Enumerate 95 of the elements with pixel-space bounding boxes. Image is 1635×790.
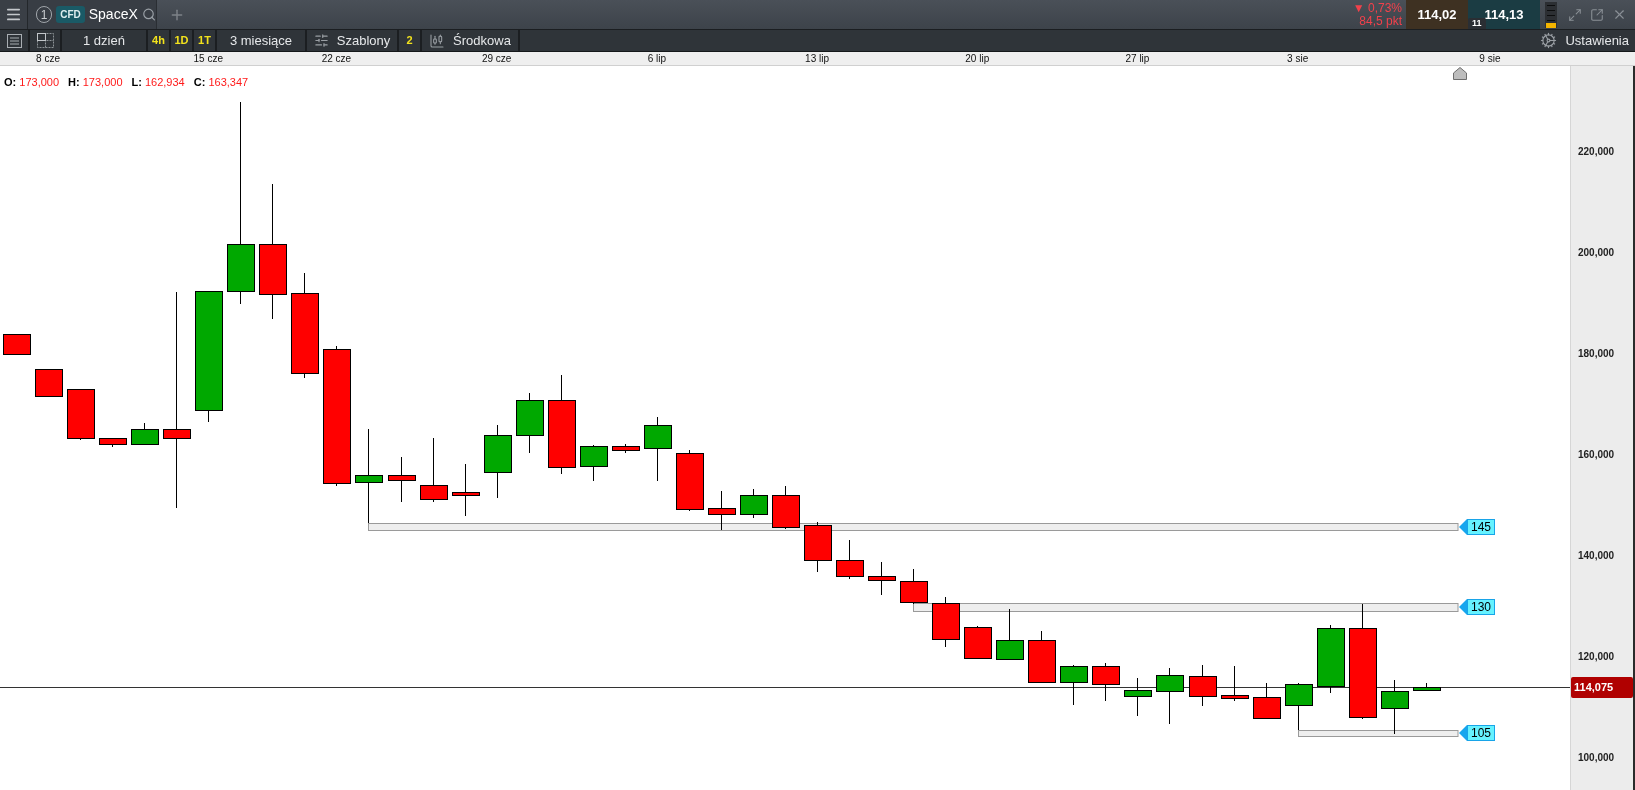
instrument-type-tag: CFD	[56, 6, 85, 23]
candle	[1317, 624, 1345, 694]
candle	[900, 568, 928, 605]
candle	[772, 485, 800, 530]
band-label: 145	[1467, 518, 1496, 535]
candle	[1221, 665, 1249, 702]
price-zone[interactable]	[368, 523, 1459, 531]
interval-button[interactable]: 1 dzień	[62, 30, 146, 51]
price-zone[interactable]	[913, 603, 1459, 612]
price-axis-label: 120,000	[1578, 650, 1615, 665]
candle	[740, 488, 768, 519]
band-label: 105	[1467, 724, 1496, 741]
candle	[996, 608, 1024, 661]
candle	[708, 490, 736, 531]
candle	[964, 625, 992, 659]
candle	[99, 437, 127, 448]
date-axis-label: 6 lip	[647, 52, 666, 65]
price-axis-label: 180,000	[1578, 346, 1615, 361]
ohlc-reading: C: 163,347	[193, 75, 249, 89]
candle	[1413, 682, 1441, 691]
layout-button[interactable]	[30, 30, 60, 51]
level-meter-icon[interactable]	[1545, 1, 1557, 28]
date-axis-label: 27 lip	[1125, 52, 1150, 65]
layout-grid-icon	[36, 33, 54, 48]
candle	[1285, 682, 1313, 731]
candlestick-icon	[429, 32, 446, 49]
price-zone[interactable]	[1298, 730, 1459, 737]
settings-button[interactable]: Ustawienia	[1540, 30, 1629, 51]
date-axis-label: 13 lip	[805, 52, 829, 65]
band-label: 130	[1467, 598, 1496, 615]
date-axis-label: 8 cze	[36, 52, 60, 65]
candle	[420, 437, 448, 503]
date-axis-label: 15 cze	[193, 52, 223, 65]
close-icon[interactable]	[1612, 7, 1627, 22]
quick-interval-button[interactable]: 1D	[171, 30, 192, 51]
candle	[388, 456, 416, 503]
candle	[1060, 664, 1088, 706]
candle	[580, 444, 608, 482]
ohlc-reading: O: 173,000	[4, 75, 60, 89]
instrument-name: SpaceX	[88, 5, 138, 24]
candle	[3, 333, 31, 355]
date-axis-label: 20 lip	[965, 52, 990, 65]
sell-price-button[interactable]: 114,02	[1406, 0, 1468, 29]
menu-button[interactable]	[0, 0, 28, 29]
candle	[932, 596, 960, 648]
candle	[1124, 677, 1152, 717]
candle	[1189, 664, 1217, 707]
candle	[1381, 679, 1409, 735]
date-axis-label: 22 cze	[321, 52, 352, 65]
chart-style-label: Środkowa	[453, 31, 511, 50]
candle	[131, 422, 159, 446]
pop-out-icon[interactable]	[1590, 7, 1604, 22]
range-button[interactable]: 3 miesiące	[217, 30, 305, 51]
change-points: 84,5 pkt	[1359, 14, 1402, 28]
quick-interval-button[interactable]: 1T	[194, 30, 215, 51]
candle	[1253, 682, 1281, 720]
quick-interval-button[interactable]: 4h	[148, 30, 169, 51]
search-icon[interactable]	[141, 7, 156, 22]
menu-icon	[5, 6, 22, 23]
price-axis-label: 160,000	[1578, 448, 1615, 463]
candle	[676, 449, 704, 512]
settings-label: Ustawienia	[1565, 31, 1629, 50]
candle	[1156, 667, 1184, 725]
date-axis-label: 3 sie	[1287, 52, 1309, 65]
candle	[644, 416, 672, 482]
candle	[836, 539, 864, 580]
list-icon	[6, 33, 22, 48]
price-axis-label: 220,000	[1578, 144, 1615, 159]
candle	[67, 388, 95, 441]
chart-tab[interactable]: 1 CFD SpaceX	[28, 0, 157, 29]
candle	[516, 392, 544, 454]
price-axis-label: 140,000	[1578, 549, 1615, 564]
price-axis-label: 200,000	[1578, 245, 1615, 260]
candle	[35, 368, 63, 397]
settings-icon	[1540, 32, 1558, 49]
date-axis-label: 9 sie	[1479, 52, 1501, 65]
ohlc-reading: H: 173,000	[68, 75, 123, 89]
candle	[452, 463, 480, 517]
current-price-tag: 114,075	[1571, 677, 1633, 699]
list-view-button[interactable]	[0, 30, 28, 51]
sliders-icon	[313, 33, 329, 48]
spread-value: 11	[1468, 18, 1486, 29]
indicator-count-button[interactable]: 2	[399, 30, 420, 51]
candle	[804, 521, 832, 573]
candle	[1028, 630, 1056, 683]
price-axis-label: 100,000	[1578, 751, 1615, 766]
ohlc-reading: L: 162,934	[131, 75, 185, 89]
candle	[868, 561, 896, 596]
chart-style-button[interactable]: Środkowa	[422, 30, 518, 51]
templates-button[interactable]: Szablony	[307, 30, 397, 51]
templates-label: Szablony	[336, 31, 391, 50]
expand-icon[interactable]	[1568, 7, 1582, 22]
candle	[1092, 662, 1120, 702]
change-percent: ▼ 0,73%	[1352, 1, 1402, 15]
date-axis-label: 29 cze	[481, 52, 512, 65]
